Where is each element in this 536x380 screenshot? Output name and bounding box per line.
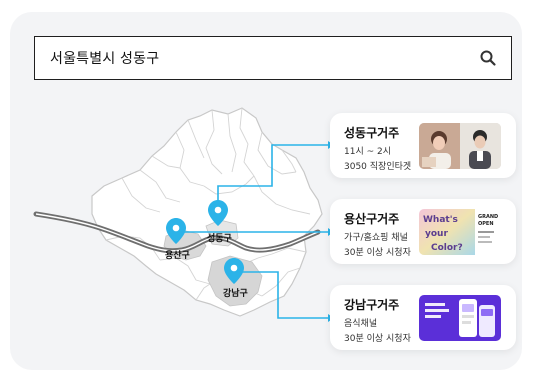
svg-text:your: your bbox=[425, 229, 448, 239]
card-yongsan[interactable]: 용산구거주 가구/홈쇼핑 채널 30분 이상 시청자 What's your C… bbox=[330, 199, 516, 264]
svg-text:OPEN: OPEN bbox=[478, 221, 494, 227]
district-label-seongdong: 성동구 bbox=[207, 234, 232, 244]
search-bar[interactable]: 서울특별시 성동구 bbox=[34, 36, 512, 80]
card-seongdong[interactable]: 성동구거주 11시 ~ 2시 3050 직장인타겟 bbox=[330, 113, 516, 178]
svg-text:Color?: Color? bbox=[431, 243, 463, 253]
card-line: 30분 이상 시청자 bbox=[344, 248, 411, 258]
svg-text:GRAND: GRAND bbox=[478, 214, 498, 220]
card-title: 성동구거주 bbox=[344, 126, 400, 140]
district-label-gangnam: 강남구 bbox=[223, 289, 248, 299]
video-call-thumbnail bbox=[419, 123, 501, 169]
card-line: 3050 직장인타겟 bbox=[344, 162, 412, 172]
card-line: 음식채널 bbox=[344, 319, 378, 329]
card-title: 강남구거주 bbox=[344, 298, 400, 312]
district-label-yongsan: 용산구 bbox=[165, 251, 190, 261]
card-title: 용산구거주 bbox=[344, 212, 400, 226]
card-line: 가구/홈쇼핑 채널 bbox=[344, 233, 408, 243]
card-line: 11시 ~ 2시 bbox=[344, 147, 392, 157]
card-gangnam[interactable]: 강남구거주 음식채널 30분 이상 시청자 bbox=[330, 285, 516, 350]
store-promo-thumbnail: What's your Color? GRAND OPEN bbox=[419, 209, 501, 255]
svg-text:What's: What's bbox=[423, 215, 458, 225]
card-line: 30분 이상 시청자 bbox=[344, 334, 411, 344]
search-icon[interactable] bbox=[479, 49, 497, 67]
food-app-thumbnail bbox=[419, 295, 501, 341]
search-input[interactable]: 서울특별시 성동구 bbox=[50, 48, 159, 68]
